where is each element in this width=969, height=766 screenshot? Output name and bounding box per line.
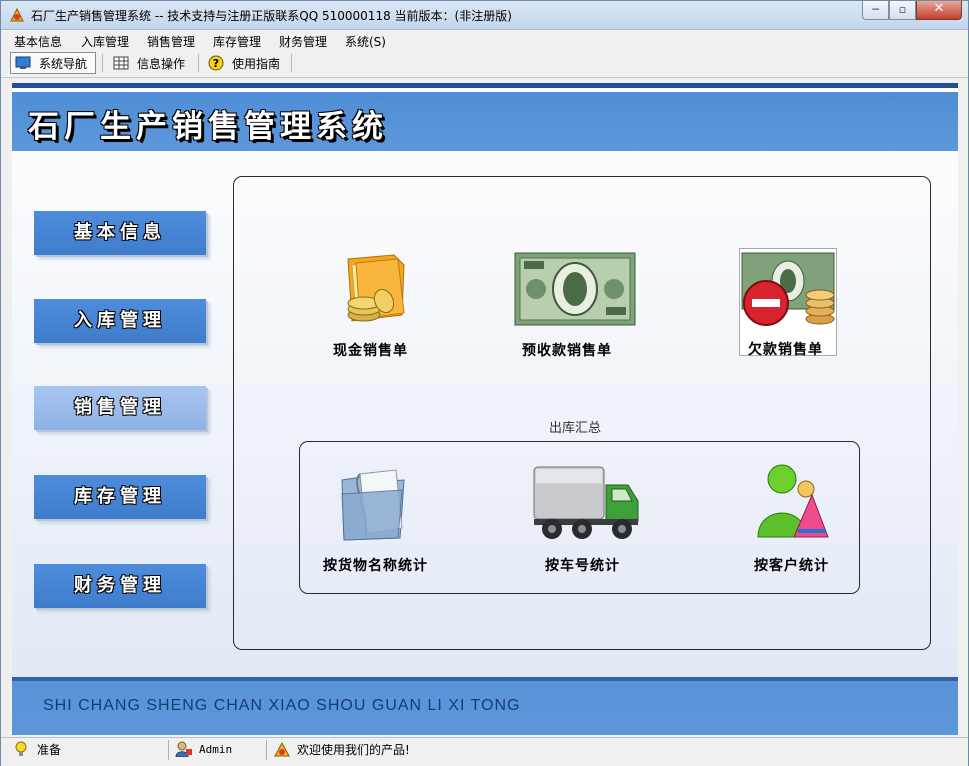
nav-inventory[interactable]: 库存管理 — [34, 475, 206, 519]
tab-system-nav-label: 系统导航 — [39, 56, 88, 71]
tile-by-vehicle[interactable] — [532, 463, 642, 541]
bulb-icon — [15, 741, 27, 756]
app-window: 石厂生产销售管理系统 -- 技术支持与注册正版联系QQ 510000118 当前… — [0, 0, 969, 766]
tile-cash-sales-label: 现金销售单 — [333, 343, 408, 359]
close-button[interactable]: ✕ — [916, 1, 962, 20]
cash-folder-icon — [347, 254, 405, 322]
nav-sales[interactable]: 销售管理 — [34, 386, 206, 430]
menu-inbound[interactable]: 入库管理 — [81, 33, 129, 50]
status-welcome-text: 欢迎使用我们的产品! — [297, 742, 410, 757]
window-title: 石厂生产销售管理系统 -- 技术支持与注册正版联系QQ 510000118 当前… — [31, 9, 512, 23]
title-bar[interactable]: 石厂生产销售管理系统 -- 技术支持与注册正版联系QQ 510000118 当前… — [1, 1, 968, 30]
tile-by-customer-label: 按客户统计 — [754, 558, 829, 574]
help-icon: ? — [208, 55, 224, 71]
monitor-icon — [15, 56, 31, 69]
grid-icon — [113, 56, 129, 70]
tile-prepaid-sales-label: 预收款销售单 — [522, 343, 612, 359]
tile-by-customer[interactable] — [754, 461, 832, 543]
tile-prepaid-sales[interactable] — [514, 251, 636, 327]
debt-banknote-icon — [741, 252, 835, 326]
tab-user-guide[interactable]: ? 使用指南 — [204, 52, 286, 74]
tile-debt-sales-label: 欠款销售单 — [748, 342, 823, 358]
tile-debt-sales[interactable]: 欠款销售单 — [739, 248, 837, 358]
close-icon: ✕ — [933, 1, 945, 16]
status-user-text: Admin — [199, 742, 233, 756]
menu-bar: 基本信息 入库管理 销售管理 库存管理 财务管理 系统(S) — [1, 30, 968, 50]
menu-finance[interactable]: 财务管理 — [279, 33, 327, 50]
tile-by-vehicle-label: 按车号统计 — [545, 558, 620, 574]
toolbar: 系统导航 信息操作 ? 使用指南 — [1, 50, 968, 78]
footer-banner: SHI CHANG SHENG CHAN XIAO SHOU GUAN LI X… — [12, 677, 958, 735]
tab-user-guide-label: 使用指南 — [232, 56, 281, 71]
banner: 石厂生产销售管理系统 — [12, 92, 958, 151]
main-content: 石厂生产销售管理系统 基本信息 入库管理 销售管理 库存管理 财务管理 现金销售… — [12, 83, 958, 735]
status-user: Admin — [175, 738, 232, 760]
outbound-group-label: 出库汇总 — [549, 421, 602, 436]
tile-by-goods[interactable] — [338, 464, 412, 544]
status-bar: 准备 Admin 欢迎使用我们的产品! — [1, 737, 968, 766]
maximize-icon: ▫ — [898, 3, 907, 16]
menu-basic-info[interactable]: 基本信息 — [14, 33, 62, 50]
truck-icon — [533, 466, 639, 539]
status-ready: 准备 — [13, 738, 61, 760]
nav-inbound[interactable]: 入库管理 — [34, 299, 206, 343]
tab-info-ops[interactable]: 信息操作 — [109, 52, 191, 74]
nav-finance[interactable]: 财务管理 — [34, 564, 206, 608]
banknote-icon — [514, 252, 636, 326]
user-icon — [175, 741, 192, 757]
top-stripe — [12, 83, 958, 88]
tile-by-goods-label: 按货物名称统计 — [323, 558, 428, 574]
minimize-button[interactable]: ─ — [862, 1, 889, 20]
nav-basic-info[interactable]: 基本信息 — [34, 211, 206, 255]
app-icon — [274, 741, 290, 757]
maximize-button[interactable]: ▫ — [889, 1, 916, 20]
customer-icon — [757, 464, 829, 538]
tile-cash-sales[interactable] — [334, 251, 416, 329]
tab-system-nav[interactable]: 系统导航 — [10, 52, 96, 74]
document-folder-icon — [341, 469, 405, 541]
menu-sales[interactable]: 销售管理 — [147, 33, 195, 50]
svg-text:?: ? — [213, 57, 219, 70]
status-ready-text: 准备 — [37, 742, 62, 757]
menu-system[interactable]: 系统(S) — [345, 33, 386, 50]
status-welcome: 欢迎使用我们的产品! — [273, 738, 410, 760]
banner-title: 石厂生产销售管理系统 — [28, 109, 388, 145]
footer-pinyin-text: SHI CHANG SHENG CHAN XIAO SHOU GUAN LI X… — [43, 697, 521, 714]
menu-inventory[interactable]: 库存管理 — [213, 33, 261, 50]
tab-info-ops-label: 信息操作 — [137, 56, 186, 71]
minimize-icon: ─ — [872, 3, 879, 16]
app-icon — [10, 7, 24, 22]
